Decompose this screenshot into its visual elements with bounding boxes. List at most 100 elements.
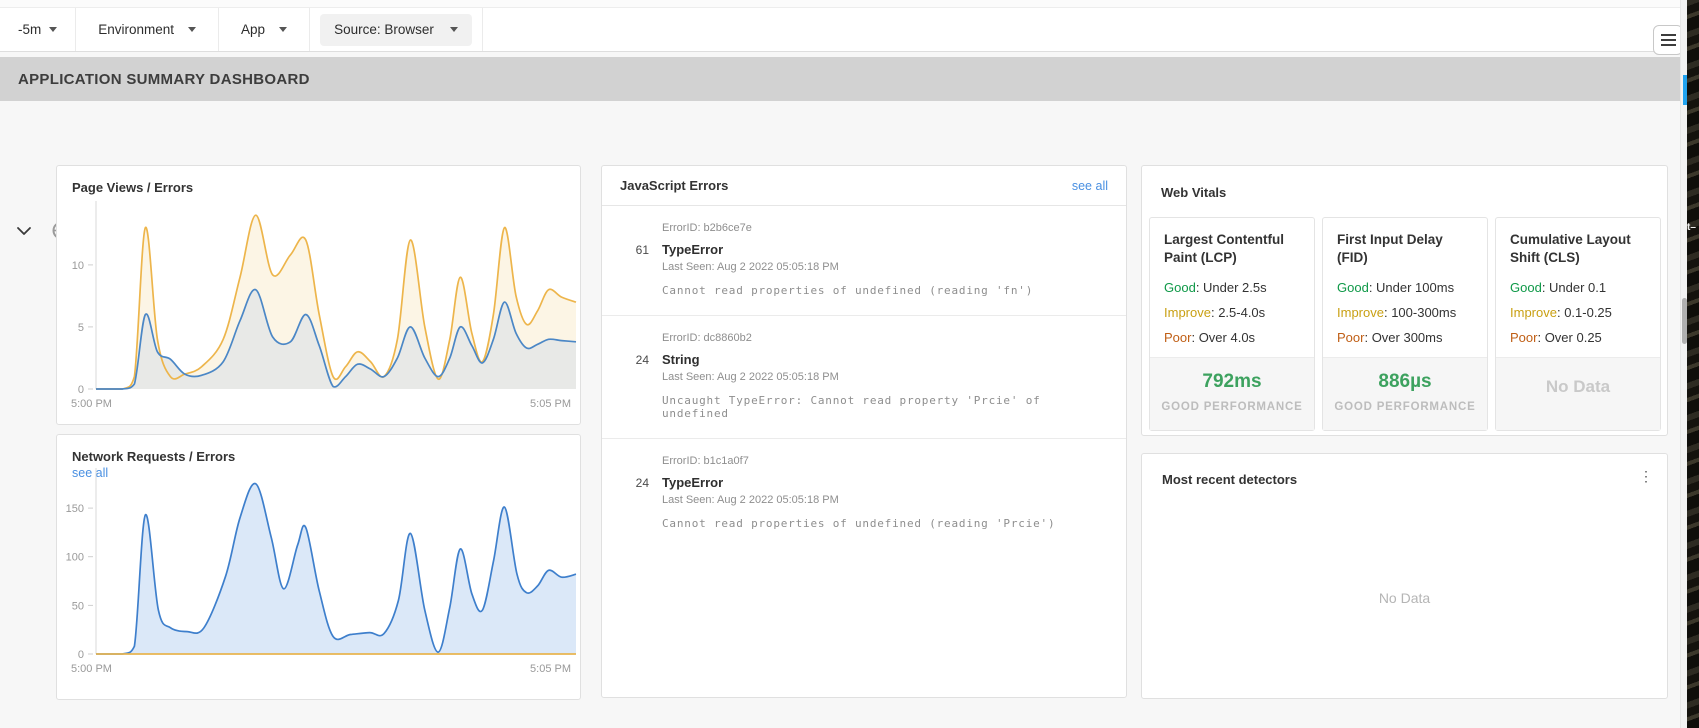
filter-toolbar: -5m Environment App Source: Browser	[0, 8, 1687, 52]
improve-value: : 2.5-4.0s	[1211, 305, 1265, 320]
environment-label: Environment	[98, 22, 174, 37]
network-requests-card: Network Requests / Errors see all 050100…	[56, 434, 581, 700]
dashboard-title: APPLICATION SUMMARY DASHBOARD	[18, 71, 310, 88]
fid-head: First Input Delay (FID) Good: Under 100m…	[1323, 218, 1487, 345]
environment-dropdown[interactable]: Environment	[76, 8, 219, 51]
fid-value: 886µs	[1323, 371, 1487, 393]
good-label: Good	[1164, 280, 1196, 295]
poor-value: : Over 0.25	[1537, 330, 1601, 345]
js-error-item[interactable]: 24 ErrorID: dc8860b2 String Last Seen: A…	[602, 316, 1126, 439]
javascript-errors-header: JavaScript Errors see all	[602, 166, 1126, 206]
window-top-strip	[0, 0, 1687, 8]
error-last-seen: Last Seen: Aug 2 2022 05:05:18 PM	[662, 371, 1106, 383]
time-range-value: -5m	[18, 22, 41, 37]
time-range-dropdown[interactable]: -5m	[0, 8, 76, 51]
scrollbar	[1680, 0, 1687, 728]
improve-value: : 0.1-0.25	[1557, 305, 1612, 320]
improve-label: Improve	[1337, 305, 1384, 320]
js-error-item[interactable]: 61 ErrorID: b2b6ce7e TypeError Last Seen…	[602, 206, 1126, 316]
lcp-good-line: Good: Under 2.5s	[1164, 280, 1300, 295]
svg-text:100: 100	[66, 552, 84, 564]
fid-status: GOOD PERFORMANCE	[1323, 401, 1487, 413]
lcp-status: GOOD PERFORMANCE	[1150, 401, 1314, 413]
js-error-item[interactable]: 24 ErrorID: b1c1a0f7 TypeError Last Seen…	[602, 439, 1126, 548]
chevron-down-icon	[279, 27, 287, 32]
detectors-title: Most recent detectors	[1162, 472, 1297, 487]
improve-value: : 100-300ms	[1384, 305, 1456, 320]
improve-label: Improve	[1510, 305, 1557, 320]
cls-poor-line: Poor: Over 0.25	[1510, 330, 1646, 345]
hamburger-icon	[1661, 39, 1676, 41]
error-id: ErrorID: b1c1a0f7	[662, 455, 1106, 467]
lcp-value-area: 792ms GOOD PERFORMANCE	[1150, 357, 1314, 430]
poor-label: Poor	[1337, 330, 1364, 345]
lcp-improve-line: Improve: 2.5-4.0s	[1164, 305, 1300, 320]
error-body: ErrorID: dc8860b2 String Last Seen: Aug …	[662, 332, 1106, 420]
lcp-head: Largest Contentful Paint (LCP) Good: Und…	[1150, 218, 1314, 345]
app-row: jmcj-rum-app ⋮	[0, 101, 1687, 165]
error-id: ErrorID: dc8860b2	[662, 332, 1106, 344]
lcp-value: 792ms	[1150, 371, 1314, 393]
fid-good-line: Good: Under 100ms	[1337, 280, 1473, 295]
svg-text:10: 10	[72, 260, 84, 272]
network-requests-chart[interactable]: Network Requests / Errors see all 050100…	[57, 435, 580, 699]
fid-metric-card: First Input Delay (FID) Good: Under 100m…	[1322, 217, 1488, 431]
source-dropdown[interactable]: Source: Browser	[320, 14, 472, 46]
dashboard-header: APPLICATION SUMMARY DASHBOARD	[0, 57, 1687, 101]
svg-text:150: 150	[66, 503, 84, 515]
app-dropdown[interactable]: App	[219, 8, 310, 51]
svg-text:5: 5	[78, 322, 84, 334]
chevron-down-icon	[49, 27, 57, 32]
good-value: : Under 0.1	[1542, 280, 1606, 295]
javascript-errors-see-all-link[interactable]: see all	[1072, 179, 1108, 193]
cls-head: Cumulative Layout Shift (CLS) Good: Unde…	[1496, 218, 1660, 345]
error-id: ErrorID: b2b6ce7e	[662, 222, 1106, 234]
error-body: ErrorID: b2b6ce7e TypeError Last Seen: A…	[662, 222, 1106, 297]
wallpaper-text-fragment: t–	[1687, 222, 1696, 233]
fid-value-area: 886µs GOOD PERFORMANCE	[1323, 357, 1487, 430]
chevron-down-icon	[450, 27, 458, 32]
error-count: 24	[602, 332, 649, 420]
collapse-chevron-icon[interactable]	[16, 224, 32, 242]
javascript-errors-title: JavaScript Errors	[620, 178, 728, 193]
good-value: : Under 100ms	[1369, 280, 1454, 295]
source-dropdown-wrap: Source: Browser	[310, 8, 483, 51]
error-last-seen: Last Seen: Aug 2 2022 05:05:18 PM	[662, 261, 1106, 273]
x-axis-start-label: 5:00 PM	[71, 663, 112, 675]
good-value: : Under 2.5s	[1196, 280, 1267, 295]
error-count: 24	[602, 455, 649, 530]
detectors-card: Most recent detectors ⋮ No Data	[1141, 453, 1668, 699]
fid-improve-line: Improve: 100-300ms	[1337, 305, 1473, 320]
poor-label: Poor	[1164, 330, 1191, 345]
app-label: App	[241, 22, 265, 37]
error-body: ErrorID: b1c1a0f7 TypeError Last Seen: A…	[662, 455, 1106, 530]
error-last-seen: Last Seen: Aug 2 2022 05:05:18 PM	[662, 494, 1106, 506]
cls-value-area: No Data	[1496, 357, 1660, 430]
web-vitals-card: Web Vitals Largest Contentful Paint (LCP…	[1141, 165, 1668, 436]
page-views-plot[interactable]: 0 5 10	[57, 164, 582, 424]
poor-value: : Over 4.0s	[1191, 330, 1255, 345]
fid-title: First Input Delay (FID)	[1337, 231, 1473, 267]
cls-metric-card: Cumulative Layout Shift (CLS) Good: Unde…	[1495, 217, 1661, 431]
detectors-empty-state: No Data	[1142, 590, 1667, 606]
svg-text:0: 0	[78, 384, 84, 396]
network-requests-plot[interactable]: 050100150	[57, 433, 582, 699]
web-vitals-metrics: Largest Contentful Paint (LCP) Good: Und…	[1149, 217, 1661, 431]
lcp-metric-card: Largest Contentful Paint (LCP) Good: Und…	[1149, 217, 1315, 431]
error-message: Cannot read properties of undefined (rea…	[662, 517, 1106, 530]
error-message: Uncaught TypeError: Cannot read property…	[662, 394, 1106, 420]
app-window: -5m Environment App Source: Browser APPL…	[0, 0, 1687, 728]
good-label: Good	[1510, 280, 1542, 295]
improve-label: Improve	[1164, 305, 1211, 320]
cls-title: Cumulative Layout Shift (CLS)	[1510, 231, 1646, 267]
poor-label: Poor	[1510, 330, 1537, 345]
page-views-chart[interactable]: Page Views / Errors 0510 5:00 PM 5:05 PM	[57, 166, 580, 424]
web-vitals-title: Web Vitals	[1161, 185, 1226, 200]
cls-improve-line: Improve: 0.1-0.25	[1510, 305, 1646, 320]
cls-value: No Data	[1546, 371, 1610, 397]
x-axis-start-label: 5:00 PM	[71, 398, 112, 410]
page-views-card: Page Views / Errors 0510 5:00 PM 5:05 PM	[56, 165, 581, 425]
menu-button[interactable]	[1653, 25, 1683, 55]
detectors-kebab-icon[interactable]: ⋮	[1639, 468, 1653, 485]
svg-text:50: 50	[72, 600, 84, 612]
